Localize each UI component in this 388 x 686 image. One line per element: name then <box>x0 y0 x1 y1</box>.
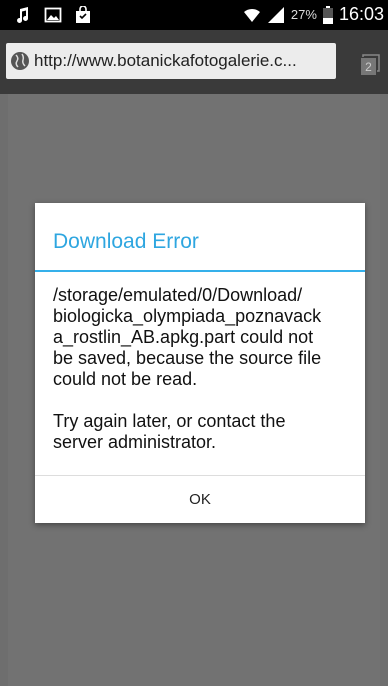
ok-button[interactable]: OK <box>35 476 365 523</box>
signal-icon <box>267 6 284 23</box>
dialog-hint: Try again later, or contact the server a… <box>53 411 286 452</box>
url-field[interactable]: http://www.botanickafotogalerie.c... <box>6 43 336 79</box>
tab-count: 2 <box>365 60 372 74</box>
url-text: http://www.botanickafotogalerie.c... <box>34 51 297 70</box>
battery-percent: 27% <box>290 7 317 22</box>
globe-icon <box>11 52 29 70</box>
battery-icon <box>322 5 333 24</box>
image-icon <box>44 7 62 23</box>
dialog-message: /storage/emulated/0/Download/ biologicka… <box>53 285 322 389</box>
status-bar: 27% 16:03 <box>0 0 388 30</box>
clock: 16:03 <box>338 4 384 24</box>
download-error-dialog: Download Error /storage/emulated/0/Downl… <box>35 203 365 523</box>
dialog-title-divider <box>35 270 365 272</box>
status-bar-system: 27% 16:03 <box>243 4 384 25</box>
shopping-bag-icon <box>76 6 90 23</box>
dialog-title: Download Error <box>53 230 199 253</box>
dialog-body: /storage/emulated/0/Download/ biologicka… <box>53 285 353 453</box>
wifi-icon <box>243 8 260 22</box>
browser-toolbar: http://www.botanickafotogalerie.c... 2 <box>0 30 388 94</box>
status-bar-notifications <box>14 6 92 24</box>
music-icon <box>17 7 29 23</box>
tabs-icon[interactable]: 2 <box>360 54 380 76</box>
